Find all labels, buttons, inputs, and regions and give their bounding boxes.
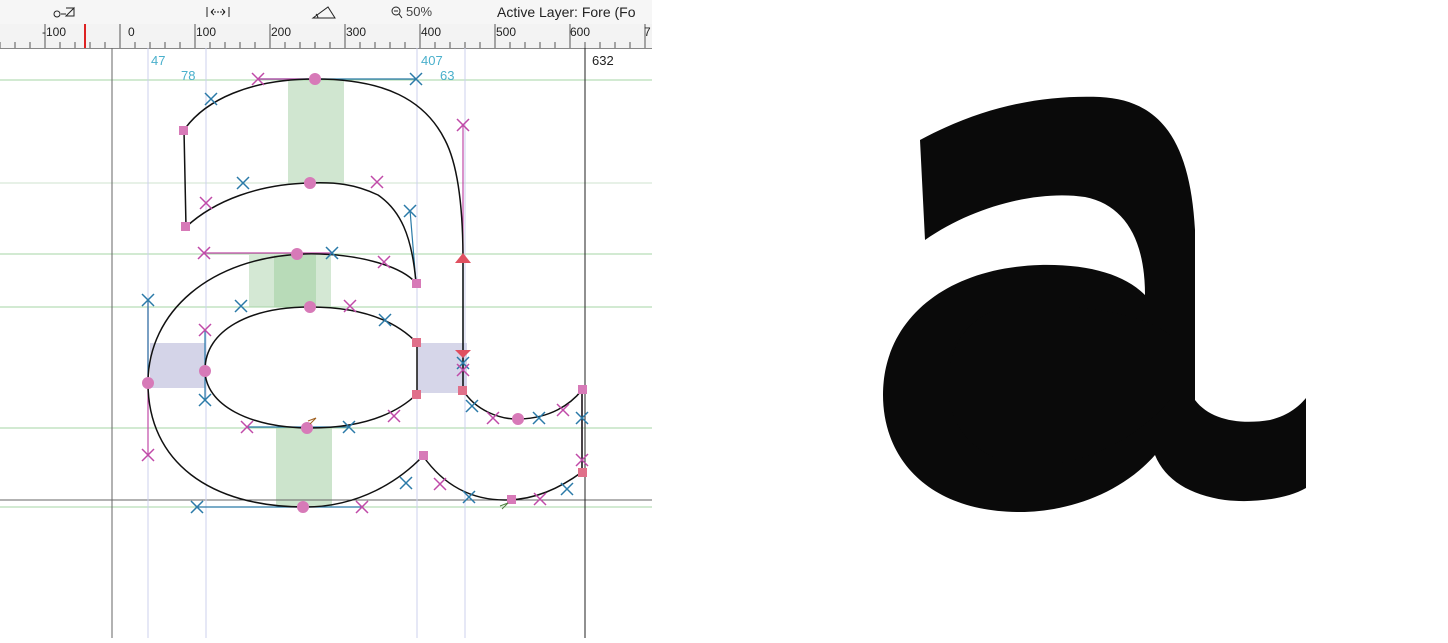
corner-point (412, 279, 421, 288)
ruler-label: 500 (496, 25, 517, 39)
ruler-label: 200 (271, 25, 292, 39)
ruler-label: 400 (421, 25, 442, 39)
advance-width-label: 632 (592, 53, 614, 68)
corner-point (412, 390, 421, 399)
active-layer-label: Active Layer: Fore (Fo (497, 4, 636, 20)
on-curve-points[interactable] (142, 73, 587, 513)
off-curve-handle[interactable] (377, 255, 391, 269)
inner-contour (204, 306, 418, 429)
direction-marker (499, 502, 509, 510)
outer-contour (147, 78, 583, 508)
on-curve-point (304, 301, 316, 313)
off-curve-handle[interactable] (378, 313, 392, 327)
scale-tool-icon[interactable] (52, 4, 78, 20)
ruler-label: 0 (128, 25, 135, 39)
off-curve-handle[interactable] (234, 299, 248, 313)
zoom-level[interactable]: 50% (406, 4, 432, 19)
glyph-preview (883, 96, 1306, 513)
corner-point (578, 385, 587, 394)
ruler-label: -100 (42, 25, 67, 39)
control-handles (147, 78, 583, 508)
corner-point (419, 451, 428, 460)
off-curve-handle[interactable] (399, 476, 413, 490)
stem-bands (150, 80, 467, 507)
ruler-ticks (0, 24, 646, 48)
stem-band (274, 255, 316, 307)
on-curve-point (304, 177, 316, 189)
glyph-outline (147, 78, 583, 508)
off-curve-handle[interactable] (433, 477, 447, 491)
ruler-label: 300 (346, 25, 367, 39)
corner-point (412, 338, 421, 347)
on-curve-point (512, 413, 524, 425)
metric-label-right-outer: 63 (440, 68, 454, 83)
on-curve-point (297, 501, 309, 513)
metric-label-right-inner: 407 (421, 53, 443, 68)
off-curve-handle[interactable] (370, 175, 384, 189)
off-curve-handle[interactable] (204, 92, 218, 106)
corner-point (181, 222, 190, 231)
stem-band (276, 427, 332, 507)
ruler-label: 7 (644, 25, 651, 39)
corner-point (578, 468, 587, 477)
ruler-label: 100 (196, 25, 217, 39)
ruler-label: 600 (570, 25, 591, 39)
stem-band (150, 343, 205, 388)
glyph-preview-pane (652, 0, 1448, 638)
on-curve-point (301, 422, 313, 434)
metric-label-left-inner: 78 (181, 68, 195, 83)
width-arrows-icon[interactable] (204, 4, 232, 20)
off-curve-handle[interactable] (560, 482, 574, 496)
off-curve-handle[interactable] (387, 409, 401, 423)
metric-label-left-outer: 47 (151, 53, 165, 68)
handle-markers[interactable] (141, 72, 589, 514)
on-curve-point (199, 365, 211, 377)
on-curve-point (142, 377, 154, 389)
glyph-canvas[interactable]: 47 78 407 63 632 (0, 48, 652, 638)
zoom-icon[interactable] (390, 4, 404, 20)
corner-point (458, 386, 467, 395)
horizontal-ruler[interactable]: -100 0 100 200 300 400 500 600 7 (0, 24, 652, 49)
stem-band (288, 80, 344, 184)
editor-toolbar: 50% Active Layer: Fore (Fo (0, 0, 652, 24)
corner-point (507, 495, 516, 504)
corner-point (179, 126, 188, 135)
glyph-editor-pane[interactable]: 50% Active Layer: Fore (Fo -100 0 100 20… (0, 0, 652, 638)
on-curve-point (291, 248, 303, 260)
angle-tool-icon[interactable] (310, 4, 338, 20)
on-curve-point (309, 73, 321, 85)
